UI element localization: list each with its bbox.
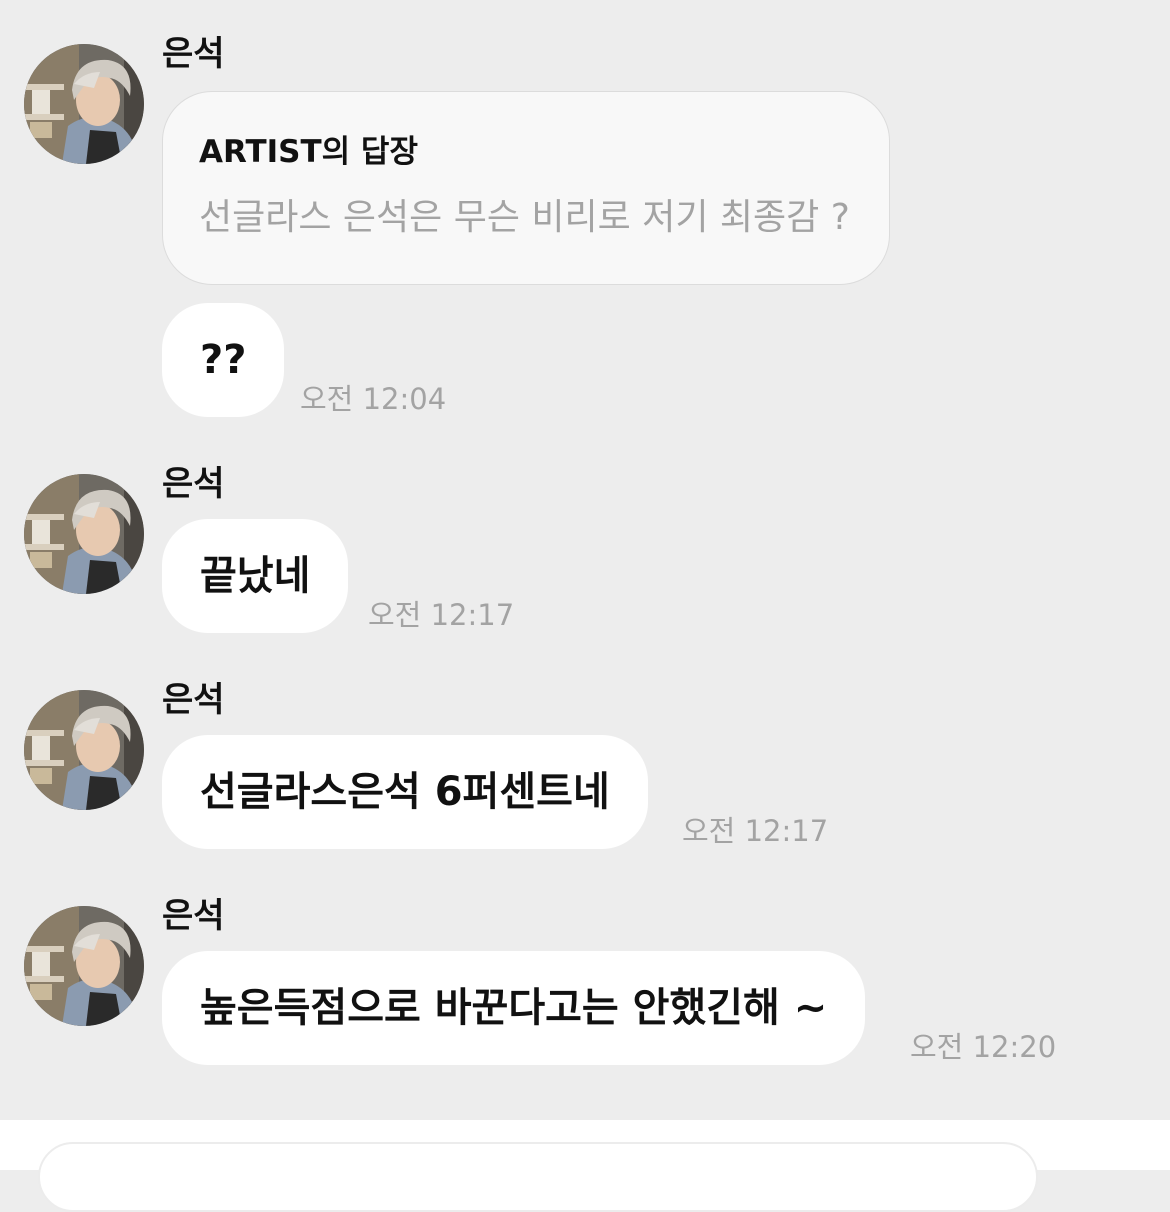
sender-name: 은석 [162,896,225,936]
message-text: 높은득점으로 바꾼다고는 안했긴해 ~ [200,985,828,1031]
message-input[interactable] [38,1142,1038,1212]
reply-label: ARTIST의 답장 [199,134,418,170]
avatar[interactable] [24,474,144,594]
chat-thread[interactable]: 은석 ARTIST의 답장 선글라스 은석은 무슨 비리로 저기 최종감 ? ?… [0,0,1170,1120]
profile-photo-icon [24,44,144,164]
avatar[interactable] [24,690,144,810]
message-bubble[interactable]: ?? [162,303,285,417]
message-text: ?? [200,337,247,383]
sender-name: 은석 [162,680,225,720]
sender-name: 은석 [162,34,225,74]
profile-photo-icon [24,690,144,810]
message-time: 오전 12:17 [368,598,515,632]
reply-quote: 선글라스 은석은 무슨 비리로 저기 최종감 ? [199,197,850,238]
message-time: 오전 12:17 [682,814,829,848]
profile-photo-icon [24,906,144,1026]
message-bubble[interactable]: 선글라스은석 6퍼센트네 [162,735,648,849]
sender-name: 은석 [162,464,225,504]
message-time: 오전 12:04 [300,382,447,416]
message-text: 끝났네 [200,553,311,599]
message-time: 오전 12:20 [910,1030,1057,1064]
avatar[interactable] [24,906,144,1026]
reply-bubble[interactable]: ARTIST의 답장 선글라스 은석은 무슨 비리로 저기 최종감 ? [162,91,890,285]
profile-photo-icon [24,474,144,594]
message-composer [0,1120,1170,1212]
message-text: 선글라스은석 6퍼센트네 [200,769,610,815]
message-bubble[interactable]: 높은득점으로 바꾼다고는 안했긴해 ~ [162,951,866,1065]
avatar[interactable] [24,44,144,164]
message-bubble[interactable]: 끝났네 [162,519,349,633]
